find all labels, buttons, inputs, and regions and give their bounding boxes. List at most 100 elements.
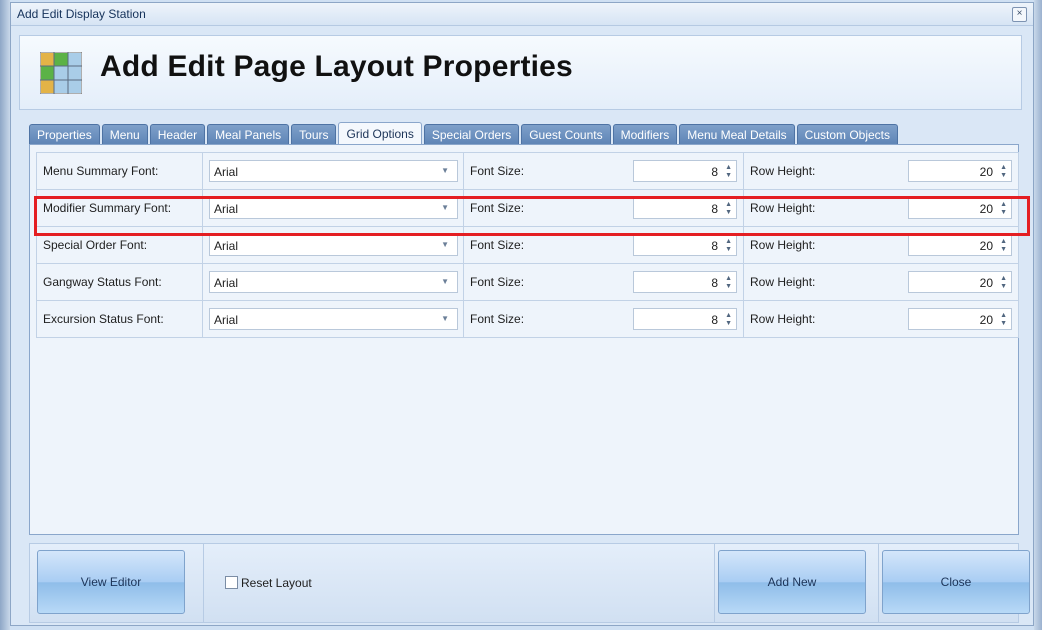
footer-divider: [203, 544, 204, 622]
font-combo[interactable]: Arial ▼: [209, 197, 458, 219]
font-size-value: 8: [711, 239, 718, 253]
tab-header[interactable]: Header: [149, 124, 206, 144]
font-size-label: Font Size:: [470, 201, 525, 215]
grid-layout-icon: [40, 52, 82, 94]
spin-down-icon[interactable]: ▼: [725, 246, 732, 253]
backdrop-right: [1034, 0, 1042, 630]
font-settings-grid: Menu Summary Font: Arial ▼ Font Size: 8 …: [36, 152, 1019, 338]
tab-strip: Properties Menu Header Meal Panels Tours…: [29, 122, 899, 144]
spin-up-icon[interactable]: ▲: [1000, 275, 1007, 282]
row-height-label: Row Height:: [750, 275, 816, 289]
row-height-value: 20: [979, 313, 993, 327]
tab-grid-options[interactable]: Grid Options: [338, 122, 422, 144]
font-size-value: 8: [711, 165, 718, 179]
window-title: Add Edit Display Station: [17, 7, 146, 21]
spin-down-icon[interactable]: ▼: [1000, 246, 1007, 253]
row-height-spinner[interactable]: 20 ▲ ▼: [908, 197, 1012, 219]
close-icon[interactable]: ×: [1012, 7, 1027, 22]
page-title: Add Edit Page Layout Properties: [100, 50, 573, 83]
spin-up-icon[interactable]: ▲: [1000, 312, 1007, 319]
chevron-down-icon[interactable]: ▼: [441, 240, 449, 249]
font-value: Arial: [214, 202, 239, 216]
chevron-down-icon[interactable]: ▼: [441, 203, 449, 212]
font-size-label: Font Size:: [470, 312, 525, 326]
spin-down-icon[interactable]: ▼: [725, 283, 732, 290]
font-size-spinner[interactable]: 8 ▲ ▼: [633, 234, 737, 256]
font-value: Arial: [214, 165, 239, 179]
tab-modifiers[interactable]: Modifiers: [612, 124, 678, 144]
row-height-spinner[interactable]: 20 ▲ ▼: [908, 234, 1012, 256]
reset-layout-checkbox[interactable]: Reset Layout: [225, 576, 312, 590]
spin-up-icon[interactable]: ▲: [725, 238, 732, 245]
tab-menu[interactable]: Menu: [101, 124, 148, 144]
chevron-down-icon[interactable]: ▼: [441, 314, 449, 323]
font-size-spinner[interactable]: 8 ▲ ▼: [633, 271, 737, 293]
add-new-button[interactable]: Add New: [718, 550, 866, 614]
spin-down-icon[interactable]: ▼: [1000, 172, 1007, 179]
tab-menu-meal-details[interactable]: Menu Meal Details: [679, 124, 795, 144]
font-value: Arial: [214, 313, 239, 327]
grid-row-gangway-status: Gangway Status Font: Arial ▼ Font Size: …: [37, 264, 1019, 301]
tab-tours[interactable]: Tours: [291, 124, 337, 144]
font-size-spinner[interactable]: 8 ▲ ▼: [633, 197, 737, 219]
font-size-label: Font Size:: [470, 164, 525, 178]
tab-properties[interactable]: Properties: [29, 124, 100, 144]
font-size-label: Font Size:: [470, 238, 525, 252]
spin-up-icon[interactable]: ▲: [725, 201, 732, 208]
spin-up-icon[interactable]: ▲: [725, 164, 732, 171]
spin-up-icon[interactable]: ▲: [725, 275, 732, 282]
spin-up-icon[interactable]: ▲: [1000, 201, 1007, 208]
font-combo[interactable]: Arial ▼: [209, 160, 458, 182]
tab-meal-panels[interactable]: Meal Panels: [207, 124, 290, 144]
spin-up-icon[interactable]: ▲: [1000, 238, 1007, 245]
spin-down-icon[interactable]: ▼: [1000, 283, 1007, 290]
grid-row-menu-summary: Menu Summary Font: Arial ▼ Font Size: 8 …: [37, 153, 1019, 190]
spin-down-icon[interactable]: ▼: [725, 209, 732, 216]
row-label: Excursion Status Font:: [43, 312, 164, 326]
chevron-down-icon[interactable]: ▼: [441, 277, 449, 286]
spin-up-icon[interactable]: ▲: [1000, 164, 1007, 171]
grid-row-excursion-status: Excursion Status Font: Arial ▼ Font Size…: [37, 301, 1019, 338]
tab-custom-objects[interactable]: Custom Objects: [796, 124, 899, 144]
row-height-label: Row Height:: [750, 164, 816, 178]
font-combo[interactable]: Arial ▼: [209, 271, 458, 293]
row-height-spinner[interactable]: 20 ▲ ▼: [908, 308, 1012, 330]
tab-guest-counts[interactable]: Guest Counts: [521, 124, 611, 144]
row-height-label: Row Height:: [750, 238, 816, 252]
footer-divider: [714, 544, 715, 622]
spin-down-icon[interactable]: ▼: [1000, 209, 1007, 216]
backdrop-left: [0, 0, 10, 630]
close-button[interactable]: Close: [882, 550, 1030, 614]
spin-down-icon[interactable]: ▼: [725, 320, 732, 327]
row-label: Gangway Status Font:: [43, 275, 162, 289]
row-height-label: Row Height:: [750, 201, 816, 215]
row-height-value: 20: [979, 165, 993, 179]
row-height-label: Row Height:: [750, 312, 816, 326]
title-bar: Add Edit Display Station ×: [11, 3, 1033, 26]
spin-up-icon[interactable]: ▲: [725, 312, 732, 319]
footer-divider: [878, 544, 879, 622]
font-size-value: 8: [711, 202, 718, 216]
row-height-value: 20: [979, 202, 993, 216]
row-height-value: 20: [979, 239, 993, 253]
font-combo[interactable]: Arial ▼: [209, 308, 458, 330]
spin-down-icon[interactable]: ▼: [725, 172, 732, 179]
row-label: Menu Summary Font:: [43, 164, 159, 178]
row-height-spinner[interactable]: 20 ▲ ▼: [908, 271, 1012, 293]
row-height-spinner[interactable]: 20 ▲ ▼: [908, 160, 1012, 182]
checkbox-box[interactable]: [225, 576, 238, 589]
grid-row-special-order: Special Order Font: Arial ▼ Font Size: 8…: [37, 227, 1019, 264]
page-header: Add Edit Page Layout Properties: [19, 35, 1022, 110]
row-height-value: 20: [979, 276, 993, 290]
spin-down-icon[interactable]: ▼: [1000, 320, 1007, 327]
tab-special-orders[interactable]: Special Orders: [423, 124, 520, 144]
footer-bar: View Editor Reset Layout Add New Close: [29, 543, 1030, 623]
font-size-spinner[interactable]: 8 ▲ ▼: [633, 308, 737, 330]
font-size-spinner[interactable]: 8 ▲ ▼: [633, 160, 737, 182]
font-size-value: 8: [711, 276, 718, 290]
font-value: Arial: [214, 239, 239, 253]
view-editor-button[interactable]: View Editor: [37, 550, 185, 614]
chevron-down-icon[interactable]: ▼: [441, 166, 449, 175]
font-combo[interactable]: Arial ▼: [209, 234, 458, 256]
font-value: Arial: [214, 276, 239, 290]
